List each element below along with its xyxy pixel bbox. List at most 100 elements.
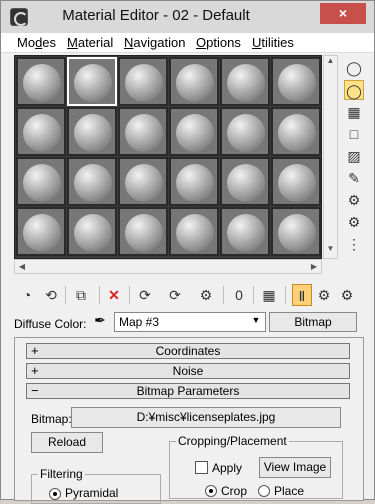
material-sample-slot[interactable] [16, 107, 66, 156]
menu-item[interactable]: Navigation [124, 35, 185, 50]
material-sample-slot[interactable] [16, 207, 66, 256]
select-by-material-icon[interactable]: ⚙ [344, 212, 364, 232]
material-sample-slot[interactable] [220, 157, 270, 206]
sample-slots-grid [14, 55, 322, 259]
material-sample-slot[interactable] [220, 107, 270, 156]
sample-sphere [278, 114, 316, 152]
slots-vertical-scrollbar[interactable]: ▲ ▼ [323, 55, 338, 259]
map-name-dropdown[interactable]: Map #3 ▼ [114, 312, 266, 332]
scroll-up-icon[interactable]: ▲ [324, 56, 337, 70]
make-copy-icon[interactable]: ⟳ [135, 284, 155, 306]
material-sample-slot[interactable] [67, 157, 117, 206]
title-bar[interactable]: Material Editor - 02 - Default × [1, 1, 374, 33]
menu-accelerator-key: O [196, 35, 207, 50]
put-to-scene-icon[interactable]: ⟲ [41, 284, 61, 306]
map-type-button[interactable]: Bitmap [269, 312, 357, 332]
menu-item[interactable]: Utilities [252, 35, 294, 50]
menu-label-part: avigation [133, 35, 186, 50]
chevron-down-icon[interactable]: ▼ [249, 315, 263, 329]
options-icon[interactable]: ⚙ [344, 190, 364, 210]
show-shaded-material-icon[interactable]: ▦ [259, 284, 279, 306]
material-sample-slot[interactable] [118, 207, 168, 256]
eyedropper-icon[interactable]: ✒ [91, 312, 109, 332]
sample-sphere [278, 64, 316, 102]
sample-sphere [23, 214, 61, 252]
rollout-bitmap-parameters[interactable]: − Bitmap Parameters [26, 383, 350, 399]
material-sample-slot[interactable] [118, 107, 168, 156]
reset-map-icon[interactable]: ✕ [104, 284, 124, 306]
menu-item[interactable]: Material [67, 35, 113, 50]
place-radio[interactable] [258, 485, 270, 497]
material-sample-slot[interactable] [118, 57, 168, 106]
material-sample-slot[interactable] [67, 107, 117, 156]
toolbar-separator [99, 286, 100, 304]
material-sample-slot[interactable] [220, 57, 270, 106]
material-sample-slot[interactable] [220, 207, 270, 256]
material-sample-slot[interactable] [16, 57, 66, 106]
sample-sphere [125, 214, 163, 252]
menu-item[interactable]: Modes [17, 35, 56, 50]
material-sample-slot[interactable] [67, 207, 117, 256]
material-sample-slot[interactable] [271, 207, 321, 256]
get-material-icon[interactable]: ◔ [17, 284, 37, 306]
sample-sphere [227, 64, 265, 102]
menu-accelerator-key: M [67, 35, 78, 50]
sample-sphere [74, 114, 112, 152]
material-sample-slot[interactable] [169, 57, 219, 106]
sample-type-icon[interactable]: ◯ [344, 58, 364, 78]
rollout-title: Coordinates [155, 344, 221, 358]
material-sample-slot[interactable] [271, 157, 321, 206]
rollout-title: Noise [172, 364, 204, 378]
close-button[interactable]: × [320, 3, 366, 24]
rollout-coordinates[interactable]: + Coordinates [26, 343, 350, 359]
sample-sphere [125, 114, 163, 152]
scroll-right-icon[interactable]: ▶ [307, 260, 321, 273]
toolbar-separator [253, 286, 254, 304]
material-sample-slot[interactable] [169, 107, 219, 156]
make-preview-icon[interactable]: ✎ [344, 168, 364, 188]
scroll-left-icon[interactable]: ◀ [15, 260, 29, 273]
diffuse-color-label: Diffuse Color: [14, 317, 87, 331]
sample-sphere [227, 114, 265, 152]
go-to-parent-icon[interactable]: ⚙ [314, 284, 334, 306]
material-sample-slot[interactable] [169, 157, 219, 206]
toolbar-separator [223, 286, 224, 304]
go-forward-to-sibling-icon[interactable]: ⚙ [337, 284, 357, 306]
material-map-navigator-icon[interactable]: ⋮ [344, 234, 364, 254]
pyramidal-radio[interactable] [49, 488, 61, 500]
menu-accelerator-key: U [252, 35, 262, 50]
material-sample-slot[interactable] [67, 57, 117, 106]
show-end-result-icon[interactable]: Ⅱ [292, 284, 312, 306]
slots-horizontal-scrollbar[interactable]: ◀ ▶ [14, 259, 322, 274]
scroll-down-icon[interactable]: ▼ [324, 244, 337, 258]
sample-uv-tiling-icon[interactable]: □ [344, 124, 364, 144]
video-color-check-icon[interactable]: ▨ [344, 146, 364, 166]
material-sample-slot[interactable] [271, 107, 321, 156]
map-name-value: Map #3 [119, 315, 160, 329]
assign-to-selection-icon[interactable]: ⧉ [71, 284, 91, 306]
reload-button[interactable]: Reload [31, 432, 103, 453]
bitmap-path-button[interactable]: D:¥misc¥licenseplates.jpg [71, 407, 341, 428]
material-sample-slot[interactable] [169, 207, 219, 256]
menu-bar: Modes Material Navigation Options Utilities [1, 33, 374, 53]
make-unique-icon[interactable]: ⟳ [165, 284, 185, 306]
view-image-button[interactable]: View Image [259, 457, 331, 478]
material-sample-slot[interactable] [118, 157, 168, 206]
crop-label: Crop [221, 484, 248, 498]
backlight-icon[interactable]: ◯ [344, 80, 364, 100]
material-sample-slot[interactable] [16, 157, 66, 206]
background-icon[interactable]: ▦ [344, 102, 364, 122]
material-id-channel-icon[interactable]: 0 [229, 284, 249, 306]
menu-label-part: es [42, 35, 57, 50]
apply-checkbox[interactable] [195, 461, 208, 474]
menu-accelerator-key: N [124, 35, 134, 50]
crop-radio[interactable] [205, 485, 217, 497]
sample-sphere [176, 214, 214, 252]
menu-label-part: Mo [17, 35, 36, 50]
menu-item[interactable]: Options [196, 35, 241, 50]
sample-sphere [23, 164, 61, 202]
rollout-noise[interactable]: + Noise [26, 363, 350, 379]
put-to-library-icon[interactable]: ⚙ [196, 284, 216, 306]
material-sample-slot[interactable] [271, 57, 321, 106]
sample-sphere [23, 64, 61, 102]
